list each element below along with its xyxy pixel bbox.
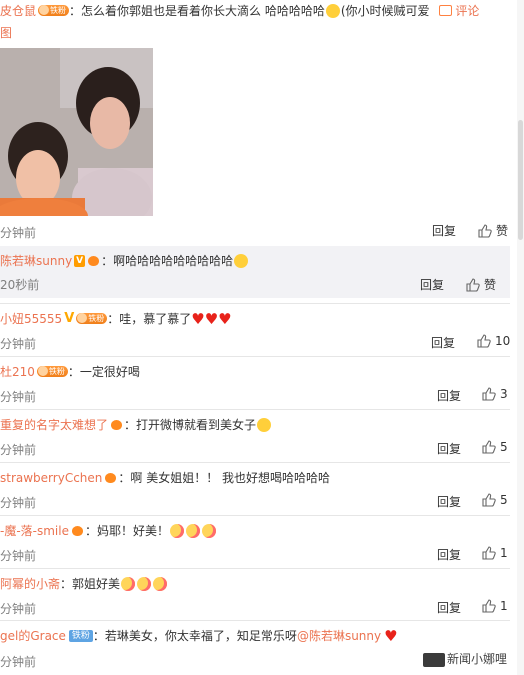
comment-5-like-button[interactable]: 5 — [482, 439, 508, 455]
emoji-icon — [234, 253, 249, 268]
view-image-link[interactable]: 评论 — [439, 4, 479, 18]
verified-icon: V — [74, 254, 86, 267]
thumbs-up-icon — [482, 386, 496, 401]
comment-1-reply-button[interactable]: 回复 — [432, 222, 456, 239]
heart-icon: ♥ — [384, 627, 398, 645]
comment-3-text: ：哇，慕了慕了 — [107, 312, 192, 326]
thumbs-up-icon — [466, 277, 480, 292]
comment-8-line: 阿幂的小斋：郭姐好美 — [0, 576, 168, 593]
divider — [0, 409, 510, 410]
comment-6-username[interactable]: strawberryCchen — [0, 471, 102, 485]
comment-3-reply-button[interactable]: 回复 — [431, 334, 455, 351]
emoji-icon — [257, 417, 272, 432]
emoji-icon — [121, 576, 136, 591]
comment-7-like-button[interactable]: 1 — [482, 545, 508, 561]
comment-2-reply-button[interactable]: 回复 — [420, 276, 444, 293]
comment-8-username[interactable]: 阿幂的小斋 — [0, 577, 60, 591]
fan-badge: 铁粉 — [36, 366, 68, 377]
thumbs-up-icon — [482, 492, 496, 507]
emoji-icon — [170, 523, 184, 538]
divider — [0, 515, 510, 516]
comment-1-wrap[interactable]: 图 — [0, 25, 12, 42]
divider — [0, 356, 510, 357]
comment-6-reply-button[interactable]: 回复 — [437, 493, 461, 510]
thumbs-up-icon — [477, 333, 491, 348]
emoji-icon — [202, 523, 216, 538]
divider — [0, 620, 510, 621]
divider — [0, 462, 510, 463]
comment-4-line: 杜210 铁粉 ：一定很好喝 — [0, 364, 140, 381]
comment-3-like-button[interactable]: 10 — [477, 333, 510, 349]
divider — [0, 568, 510, 569]
comment-8-text: ：郭姐好美 — [60, 577, 121, 591]
emoji-icon — [137, 576, 152, 591]
comment-2-time: 20秒前 — [0, 278, 40, 292]
comment-4-text: ：一定很好喝 — [67, 365, 140, 379]
image-comment-icon — [439, 5, 453, 16]
comment-6-text: ：啊 美女姐姐！！ 我也好想喝哈哈哈哈 — [118, 471, 331, 485]
scrollbar-track[interactable] — [517, 0, 524, 675]
member-icon — [71, 525, 85, 537]
comment-6-line: strawberryCchen ：啊 美女姐姐！！ 我也好想喝哈哈哈哈 — [0, 470, 330, 487]
comment-9-line: gel的Grace 铁粉 ：若琳美女，你太幸福了，知足常乐呀@陈若琳sunny ♥ — [0, 628, 398, 645]
member-icon — [104, 472, 118, 484]
watermark-logo-icon — [423, 652, 445, 667]
thumbs-up-icon — [478, 223, 492, 238]
comment-5-username[interactable]: 重复的名字太难想了 — [0, 418, 108, 432]
comment-6-like-button[interactable]: 5 — [482, 492, 508, 508]
comment-3-line: 小妞55555 V 铁粉 ：哇，慕了慕了♥♥♥ — [0, 311, 232, 328]
fan-badge: 铁粉 — [38, 5, 70, 16]
comment-5-time: 分钟前 — [0, 443, 37, 457]
divider — [0, 303, 510, 304]
comment-5-reply-button[interactable]: 回复 — [437, 440, 461, 457]
emoji-icon — [186, 523, 200, 538]
comment-8-time: 分钟前 — [0, 602, 37, 616]
comment-8-like-button[interactable]: 1 — [482, 598, 508, 614]
emoji-icon — [153, 576, 168, 591]
verified-icon: V — [64, 311, 75, 326]
fan-badge: 铁粉 — [76, 313, 108, 324]
comment-5-text: ：打开微博就看到美女子 — [124, 418, 257, 432]
scrollbar-thumb[interactable] — [518, 120, 523, 240]
thumbs-up-icon — [482, 598, 496, 613]
comment-1-like-button[interactable]: 赞 — [478, 222, 508, 239]
comment-7-line: -魔-落-smile ：妈耶！好美！ — [0, 523, 217, 540]
comment-1-text-tail: (你小时候贼可爱 — [340, 4, 430, 18]
comment-photo[interactable] — [0, 48, 153, 216]
member-icon — [110, 419, 124, 431]
comment-3-username[interactable]: 小妞55555 — [0, 312, 62, 326]
comment-5-line: 重复的名字太难想了 ：打开微博就看到美女子 — [0, 417, 272, 434]
watermark: 新闻小娜哩 — [423, 650, 507, 667]
comment-7-text: ：妈耶！好美！ — [84, 524, 169, 538]
comment-4-reply-button[interactable]: 回复 — [437, 387, 461, 404]
emoji-icon — [325, 3, 340, 18]
comment-2-like-button[interactable]: 赞 — [466, 276, 496, 293]
comment-1-time: 分钟前 — [0, 226, 37, 240]
comment-3-time: 分钟前 — [0, 337, 37, 351]
comment-2-text: ：啊哈哈哈哈哈哈哈哈哈 — [101, 254, 234, 268]
mention-link[interactable]: @陈若琳sunny — [297, 629, 381, 643]
comment-7-username[interactable]: -魔-落-smile — [0, 524, 69, 538]
comment-4-like-button[interactable]: 3 — [482, 386, 508, 402]
member-icon — [87, 255, 101, 267]
comment-9-time: 分钟前 — [0, 655, 37, 669]
comment-7-time: 分钟前 — [0, 549, 37, 563]
photo-image — [0, 48, 153, 216]
comment-4-username[interactable]: 杜210 — [0, 365, 35, 379]
comment-9-username[interactable]: gel的Grace — [0, 629, 66, 643]
comment-1-text: ：怎么着你郭姐也是看着你长大滴么 哈哈哈哈哈 — [69, 4, 325, 18]
thumbs-up-icon — [482, 545, 496, 560]
comment-8-reply-button[interactable]: 回复 — [437, 599, 461, 616]
heart-icon: ♥♥♥ — [191, 310, 232, 328]
fan-badge: 铁粉 — [68, 629, 93, 642]
comment-7-reply-button[interactable]: 回复 — [437, 546, 461, 563]
thumbs-up-icon — [482, 439, 496, 454]
comment-1-username[interactable]: 皮仓鼠 — [0, 4, 36, 18]
comment-1-line: 皮仓鼠 铁粉 ：怎么着你郭姐也是看着你长大滴么 哈哈哈哈哈 (你小时候贼可爱 评论 — [0, 3, 479, 20]
comment-2-username[interactable]: 陈若琳sunny — [0, 254, 72, 268]
comment-9-text: ：若琳美女，你太幸福了，知足常乐呀 — [92, 629, 297, 643]
comment-6-time: 分钟前 — [0, 496, 37, 510]
comment-4-time: 分钟前 — [0, 390, 37, 404]
comment-2-line: 陈若琳sunny V ：啊哈哈哈哈哈哈哈哈哈 — [0, 253, 249, 270]
